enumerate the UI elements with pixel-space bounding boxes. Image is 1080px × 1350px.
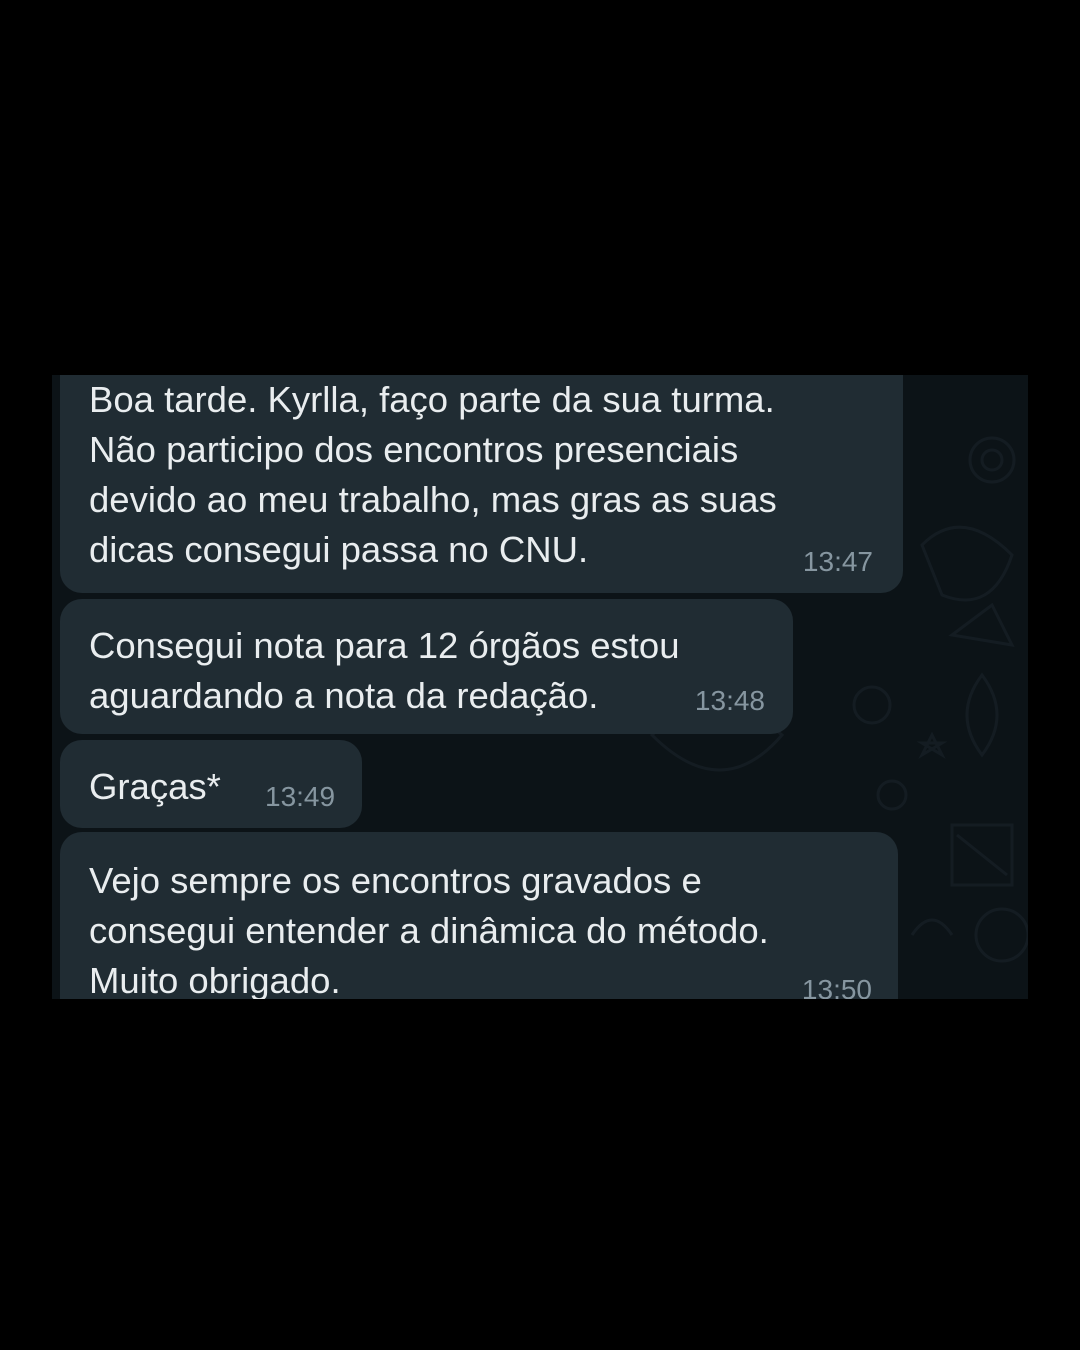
- message-timestamp: 13:50: [801, 974, 872, 1000]
- chat-panel[interactable]: Boa tarde. Kyrlla, faço parte da sua tur…: [52, 375, 1028, 999]
- message-timestamp: 13:47: [802, 546, 873, 577]
- message-text: Consegui nota para 12 órgãos estou aguar…: [89, 625, 680, 716]
- message-timestamp: 13:48: [694, 685, 765, 716]
- message-bubble[interactable]: Consegui nota para 12 órgãos estou aguar…: [60, 599, 793, 734]
- message-bubble[interactable]: Vejo sempre os encontros gravados e cons…: [60, 832, 898, 999]
- message-bubble[interactable]: Boa tarde. Kyrlla, faço parte da sua tur…: [60, 375, 903, 593]
- message-timestamp: 13:49: [265, 781, 336, 812]
- message-text: Boa tarde. Kyrlla, faço parte da sua tur…: [89, 379, 777, 570]
- message-bubble[interactable]: Graças* 13:49: [60, 740, 362, 828]
- message-text: Vejo sempre os encontros gravados e cons…: [89, 860, 769, 999]
